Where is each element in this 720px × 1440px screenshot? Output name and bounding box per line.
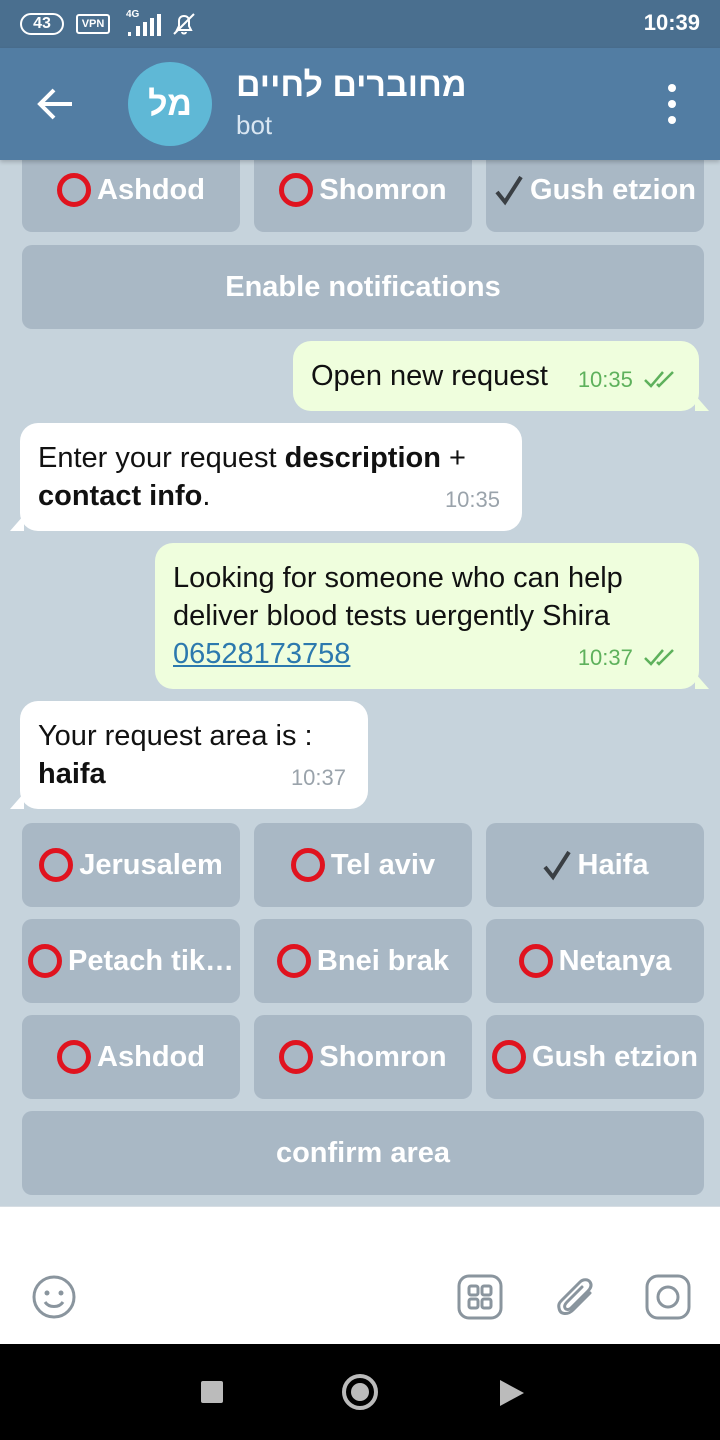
message-time: 10:35	[444, 487, 500, 512]
outgoing-message[interactable]: Looking for someone who can help deliver…	[155, 543, 709, 689]
area-button-jerusalem[interactable]: Jerusalem	[22, 823, 240, 907]
phone-link[interactable]: 06528173758	[173, 638, 350, 670]
button-label: Enable notifications	[225, 270, 501, 303]
button-label: Netanya	[558, 944, 672, 977]
message-time: 10:35	[577, 367, 633, 392]
area-button-tel-aviv[interactable]: Tel aviv	[254, 823, 472, 907]
mute-bell-icon	[173, 13, 195, 35]
button-label: Shomron	[319, 173, 447, 206]
button-label: Jerusalem	[79, 848, 223, 881]
button-label: Tel aviv	[330, 848, 436, 881]
area-button-gush-etzion[interactable]: Gush etzion	[486, 1015, 704, 1099]
checkmark-icon	[542, 850, 571, 881]
camera-icon[interactable]	[644, 1273, 692, 1321]
clock: 10:39	[643, 10, 700, 35]
button-label: confirm area	[275, 1136, 451, 1169]
battery-icon: 43	[20, 13, 64, 35]
button-label: Ashdod	[97, 1040, 205, 1073]
unselected-circle-icon	[28, 944, 62, 978]
area-button-shomron-top[interactable]: Shomron	[254, 160, 472, 232]
unselected-circle-icon	[57, 1040, 92, 1074]
back-triangle-icon[interactable]	[500, 1380, 524, 1406]
enable-notifications-button[interactable]: Enable notifications	[22, 245, 704, 329]
unselected-circle-icon	[279, 1040, 314, 1074]
incoming-message[interactable]: Enter your request description + contact…	[10, 423, 522, 531]
area-button-petach-tikva[interactable]: Petach tik…	[22, 919, 240, 1003]
area-button-ashdod-top[interactable]: Ashdod	[22, 160, 240, 232]
message-meta: 10:35	[445, 481, 500, 519]
double-check-icon	[644, 649, 674, 666]
chat-subtitle: bot	[236, 110, 273, 140]
button-label: Gush etzion	[532, 1040, 698, 1073]
bot-keyboard-icon[interactable]	[456, 1273, 504, 1321]
status-bar: 43 VPN 4G 10:39	[0, 0, 720, 48]
area-button-gush-etzion-top[interactable]: Gush etzion	[486, 160, 704, 232]
message-text: Your request area is : haifa	[38, 720, 313, 790]
home-icon[interactable]	[342, 1374, 378, 1410]
unselected-circle-icon	[276, 944, 311, 978]
message-meta: 10:37	[291, 759, 346, 797]
button-label: Gush etzion	[530, 173, 696, 206]
chat-area[interactable]: Ashdod Shomron Gush etzion Enable notifi…	[0, 160, 720, 1206]
area-button-ashdod[interactable]: Ashdod	[22, 1015, 240, 1099]
unselected-circle-icon	[279, 173, 314, 207]
recents-icon[interactable]	[201, 1381, 223, 1403]
message-text: Open new request	[311, 360, 548, 392]
message-text: Looking for someone who can help deliver…	[173, 562, 623, 632]
outgoing-message[interactable]: Open new request 10:35	[293, 341, 709, 411]
unselected-circle-icon	[518, 944, 553, 978]
back-arrow-icon[interactable]	[28, 80, 84, 128]
signal-icon	[128, 14, 161, 36]
message-time: 10:37	[290, 765, 346, 790]
area-button-haifa[interactable]: Haifa	[486, 823, 704, 907]
confirm-area-button[interactable]: confirm area	[22, 1111, 704, 1195]
system-nav-bar	[0, 1344, 720, 1440]
button-label: Shomron	[319, 1040, 447, 1073]
button-label: Petach tik…	[68, 944, 234, 977]
chat-title[interactable]: מחוברים לחיים	[236, 66, 467, 105]
double-check-icon	[644, 371, 674, 388]
message-meta: 10:37	[578, 639, 677, 677]
message-meta: 10:35	[578, 361, 677, 399]
paperclip-icon[interactable]	[552, 1273, 600, 1321]
checkmark-icon	[495, 175, 523, 206]
vpn-icon: VPN	[76, 14, 110, 34]
emoji-icon[interactable]	[30, 1273, 78, 1321]
area-button-netanya[interactable]: Netanya	[486, 919, 704, 1003]
avatar[interactable]: מל	[128, 62, 212, 146]
unselected-circle-icon	[57, 173, 92, 207]
unselected-circle-icon	[492, 1040, 527, 1074]
unselected-circle-icon	[39, 848, 74, 882]
area-button-shomron[interactable]: Shomron	[254, 1015, 472, 1099]
button-label: Ashdod	[97, 173, 205, 206]
button-label: Bnei brak	[316, 944, 450, 977]
area-button-bnei-brak[interactable]: Bnei brak	[254, 919, 472, 1003]
button-label: Haifa	[577, 848, 649, 881]
incoming-message[interactable]: Your request area is : haifa 10:37	[10, 701, 368, 809]
chat-header: מל מחוברים לחיים bot	[0, 48, 720, 160]
message-time: 10:37	[577, 645, 633, 670]
message-text: Enter your request description + contact…	[38, 442, 466, 512]
more-menu-icon[interactable]	[656, 82, 688, 126]
message-input-bar[interactable]	[0, 1206, 720, 1344]
unselected-circle-icon	[290, 848, 325, 882]
